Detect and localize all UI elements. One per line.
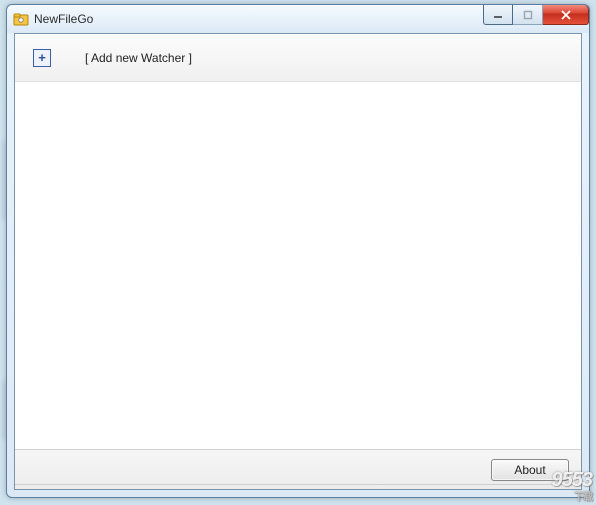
maximize-button[interactable]	[513, 5, 543, 25]
about-button[interactable]: About	[491, 459, 569, 481]
plus-icon: +	[33, 49, 51, 67]
minimize-button[interactable]	[483, 5, 513, 25]
window-title: NewFileGo	[34, 12, 93, 26]
window-controls	[483, 5, 589, 25]
watcher-list	[15, 82, 581, 449]
app-icon	[13, 11, 29, 27]
close-button[interactable]	[543, 5, 589, 25]
app-window: NewFileGo + [ Add new Watcher ] About	[6, 4, 590, 498]
add-watcher-row[interactable]: + [ Add new Watcher ]	[15, 34, 581, 82]
add-watcher-label: [ Add new Watcher ]	[85, 51, 192, 65]
client-area: + [ Add new Watcher ] About	[14, 33, 582, 490]
title-bar[interactable]: NewFileGo	[7, 5, 589, 33]
footer-bar: About	[15, 449, 581, 489]
